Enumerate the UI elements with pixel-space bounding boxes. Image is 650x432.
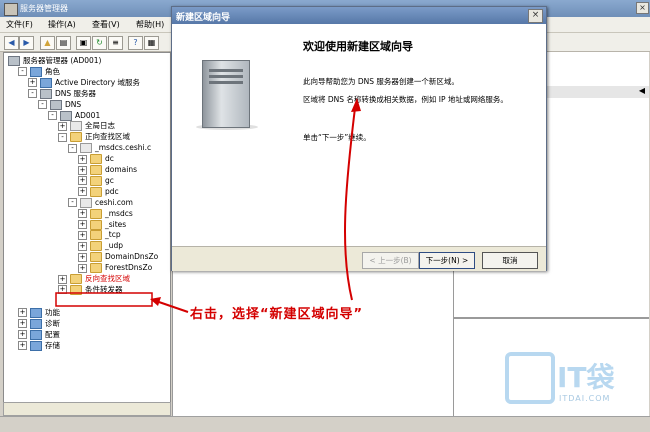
arrow-to-dialog <box>343 107 356 301</box>
watermark-brand: IT袋 <box>557 361 615 394</box>
watermark-url: ITDAI.COM <box>559 394 611 403</box>
annotation-text: 右击，选择“新建区域向导” <box>190 307 364 322</box>
itdai-watermark: IT袋 ITDAI.COM <box>505 352 635 412</box>
arrow-head-up <box>351 98 361 112</box>
highlight-box <box>55 292 153 307</box>
watermark-logo-icon <box>505 352 555 404</box>
arrow-to-tree <box>155 300 189 313</box>
